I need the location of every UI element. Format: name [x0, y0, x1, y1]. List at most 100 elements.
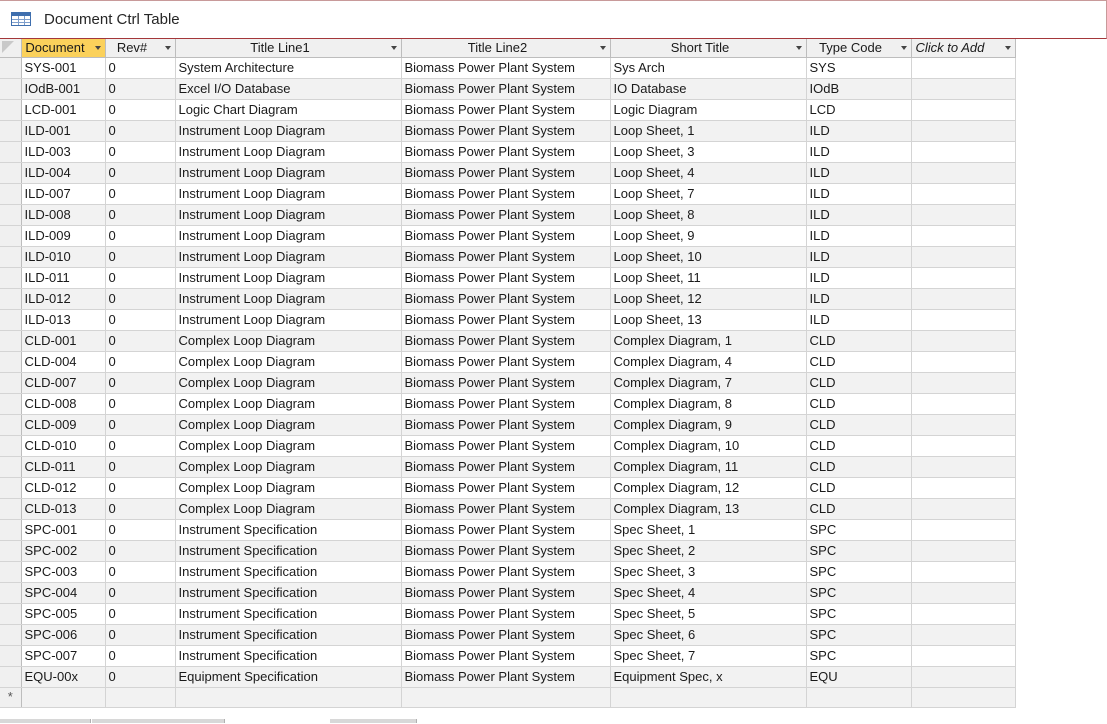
cell-click-to-add[interactable] — [911, 498, 1016, 520]
cell-title-line2[interactable]: Biomass Power Plant System — [401, 78, 611, 100]
cell-click-to-add[interactable] — [911, 519, 1016, 541]
record-selector[interactable] — [0, 666, 22, 688]
cell-rev[interactable]: 0 — [105, 225, 176, 247]
cell-click-to-add[interactable] — [911, 540, 1016, 562]
cell-type-code[interactable]: ILD — [806, 141, 912, 163]
cell-short-title[interactable]: Loop Sheet, 1 — [610, 120, 807, 142]
cell-document[interactable]: SPC-007 — [21, 645, 106, 667]
cell-type-code[interactable]: ILD — [806, 204, 912, 226]
scrollbar-thumb[interactable] — [92, 719, 225, 723]
cell-type-code[interactable]: IOdB — [806, 78, 912, 100]
column-header-type-code[interactable]: Type Code — [806, 39, 912, 58]
cell-rev[interactable]: 0 — [105, 414, 176, 436]
cell-document[interactable]: CLD-009 — [21, 414, 106, 436]
cell-title-line1[interactable]: Instrument Specification — [175, 519, 402, 541]
column-header-short-title[interactable]: Short Title — [610, 39, 807, 58]
table-row[interactable]: ILD-012 0 Instrument Loop Diagram Biomass P… — [0, 288, 1016, 310]
cell-rev[interactable]: 0 — [105, 183, 176, 205]
record-selector[interactable] — [0, 141, 22, 163]
cell-type-code[interactable]: ILD — [806, 225, 912, 247]
cell-title-line1[interactable]: Instrument Specification — [175, 603, 402, 625]
record-selector[interactable] — [0, 414, 22, 436]
cell-title-line1[interactable]: Instrument Specification — [175, 540, 402, 562]
cell-title-line2[interactable]: Biomass Power Plant System — [401, 540, 611, 562]
chevron-down-icon[interactable] — [164, 46, 171, 50]
table-row[interactable]: ILD-001 0 Instrument Loop Diagram Biomass P… — [0, 120, 1016, 142]
record-selector[interactable] — [0, 393, 22, 415]
record-selector[interactable] — [0, 225, 22, 247]
cell-document[interactable]: ILD-013 — [21, 309, 106, 331]
cell-short-title[interactable]: Complex Diagram, 11 — [610, 456, 807, 478]
cell-rev[interactable]: 0 — [105, 645, 176, 667]
cell-click-to-add[interactable] — [911, 435, 1016, 457]
cell-type-code[interactable]: CLD — [806, 498, 912, 520]
record-selector[interactable] — [0, 246, 22, 268]
cell-title-line1[interactable]: Complex Loop Diagram — [175, 498, 402, 520]
cell-type-code[interactable]: CLD — [806, 372, 912, 394]
cell-title-line2[interactable]: Biomass Power Plant System — [401, 162, 611, 184]
horizontal-scrollbar[interactable] — [0, 719, 1107, 724]
cell-title-line2[interactable]: Biomass Power Plant System — [401, 330, 611, 352]
scrollbar-track-segment[interactable] — [330, 719, 417, 723]
table-row[interactable]: ILD-010 0 Instrument Loop Diagram Biomass P… — [0, 246, 1016, 268]
cell-document[interactable]: SPC-005 — [21, 603, 106, 625]
column-header-title-line1[interactable]: Title Line1 — [175, 39, 402, 58]
cell-rev[interactable]: 0 — [105, 330, 176, 352]
table-row[interactable]: ILD-003 0 Instrument Loop Diagram Biomass P… — [0, 141, 1016, 163]
cell-click-to-add[interactable] — [911, 456, 1016, 478]
cell-rev[interactable]: 0 — [105, 141, 176, 163]
cell-rev[interactable]: 0 — [105, 498, 176, 520]
cell-type-code[interactable]: ILD — [806, 183, 912, 205]
cell-title-line1[interactable]: Excel I/O Database — [175, 78, 402, 100]
cell-click-to-add[interactable] — [911, 603, 1016, 625]
record-selector[interactable] — [0, 456, 22, 478]
cell-document[interactable]: CLD-007 — [21, 372, 106, 394]
record-selector[interactable] — [0, 288, 22, 310]
cell-short-title[interactable]: Loop Sheet, 12 — [610, 288, 807, 310]
record-selector[interactable] — [0, 204, 22, 226]
cell-document[interactable]: SPC-003 — [21, 561, 106, 583]
cell-click-to-add[interactable] — [911, 225, 1016, 247]
cell-title-line2[interactable]: Biomass Power Plant System — [401, 456, 611, 478]
cell-short-title[interactable]: Complex Diagram, 8 — [610, 393, 807, 415]
cell-title-line1[interactable]: System Architecture — [175, 57, 402, 79]
cell-rev[interactable]: 0 — [105, 582, 176, 604]
cell-short-title[interactable]: Complex Diagram, 13 — [610, 498, 807, 520]
cell-title-line2[interactable]: Biomass Power Plant System — [401, 498, 611, 520]
cell-type-code[interactable]: CLD — [806, 351, 912, 373]
cell-short-title[interactable]: IO Database — [610, 78, 807, 100]
cell-title-line1[interactable]: Complex Loop Diagram — [175, 456, 402, 478]
table-row[interactable]: ILD-009 0 Instrument Loop Diagram Biomass P… — [0, 225, 1016, 247]
table-row[interactable]: EQU-00x 0 Equipment Specification Biomass P… — [0, 666, 1016, 688]
cell-click-to-add[interactable] — [911, 477, 1016, 499]
table-row[interactable]: ILD-013 0 Instrument Loop Diagram Biomass P… — [0, 309, 1016, 331]
table-row[interactable]: CLD-004 0 Complex Loop Diagram Biomass Powe… — [0, 351, 1016, 373]
cell-title-line2[interactable]: Biomass Power Plant System — [401, 603, 611, 625]
cell-short-title[interactable]: Spec Sheet, 5 — [610, 603, 807, 625]
cell-title-line2[interactable]: Biomass Power Plant System — [401, 288, 611, 310]
cell-title-line1[interactable]: Complex Loop Diagram — [175, 393, 402, 415]
chevron-down-icon[interactable] — [1004, 46, 1011, 50]
record-selector[interactable] — [0, 309, 22, 331]
cell-type-code[interactable]: EQU — [806, 666, 912, 688]
cell-rev[interactable]: 0 — [105, 120, 176, 142]
cell-document[interactable]: ILD-008 — [21, 204, 106, 226]
cell-click-to-add[interactable] — [911, 99, 1016, 121]
table-row[interactable]: SPC-005 0 Instrument Specification Biomass … — [0, 603, 1016, 625]
cell-rev[interactable]: 0 — [105, 309, 176, 331]
cell-short-title[interactable]: Equipment Spec, x — [610, 666, 807, 688]
cell-click-to-add[interactable] — [911, 393, 1016, 415]
cell-title-line2[interactable]: Biomass Power Plant System — [401, 624, 611, 646]
record-selector[interactable] — [0, 603, 22, 625]
cell-rev[interactable]: 0 — [105, 288, 176, 310]
cell-type-code[interactable]: ILD — [806, 120, 912, 142]
cell-title-line2[interactable]: Biomass Power Plant System — [401, 393, 611, 415]
cell-click-to-add[interactable] — [911, 414, 1016, 436]
cell-short-title[interactable]: Spec Sheet, 3 — [610, 561, 807, 583]
cell-rev[interactable]: 0 — [105, 603, 176, 625]
new-cell-title-line1[interactable] — [175, 687, 402, 708]
cell-short-title[interactable]: Loop Sheet, 4 — [610, 162, 807, 184]
cell-document[interactable]: SPC-006 — [21, 624, 106, 646]
cell-title-line1[interactable]: Instrument Specification — [175, 582, 402, 604]
cell-rev[interactable]: 0 — [105, 246, 176, 268]
